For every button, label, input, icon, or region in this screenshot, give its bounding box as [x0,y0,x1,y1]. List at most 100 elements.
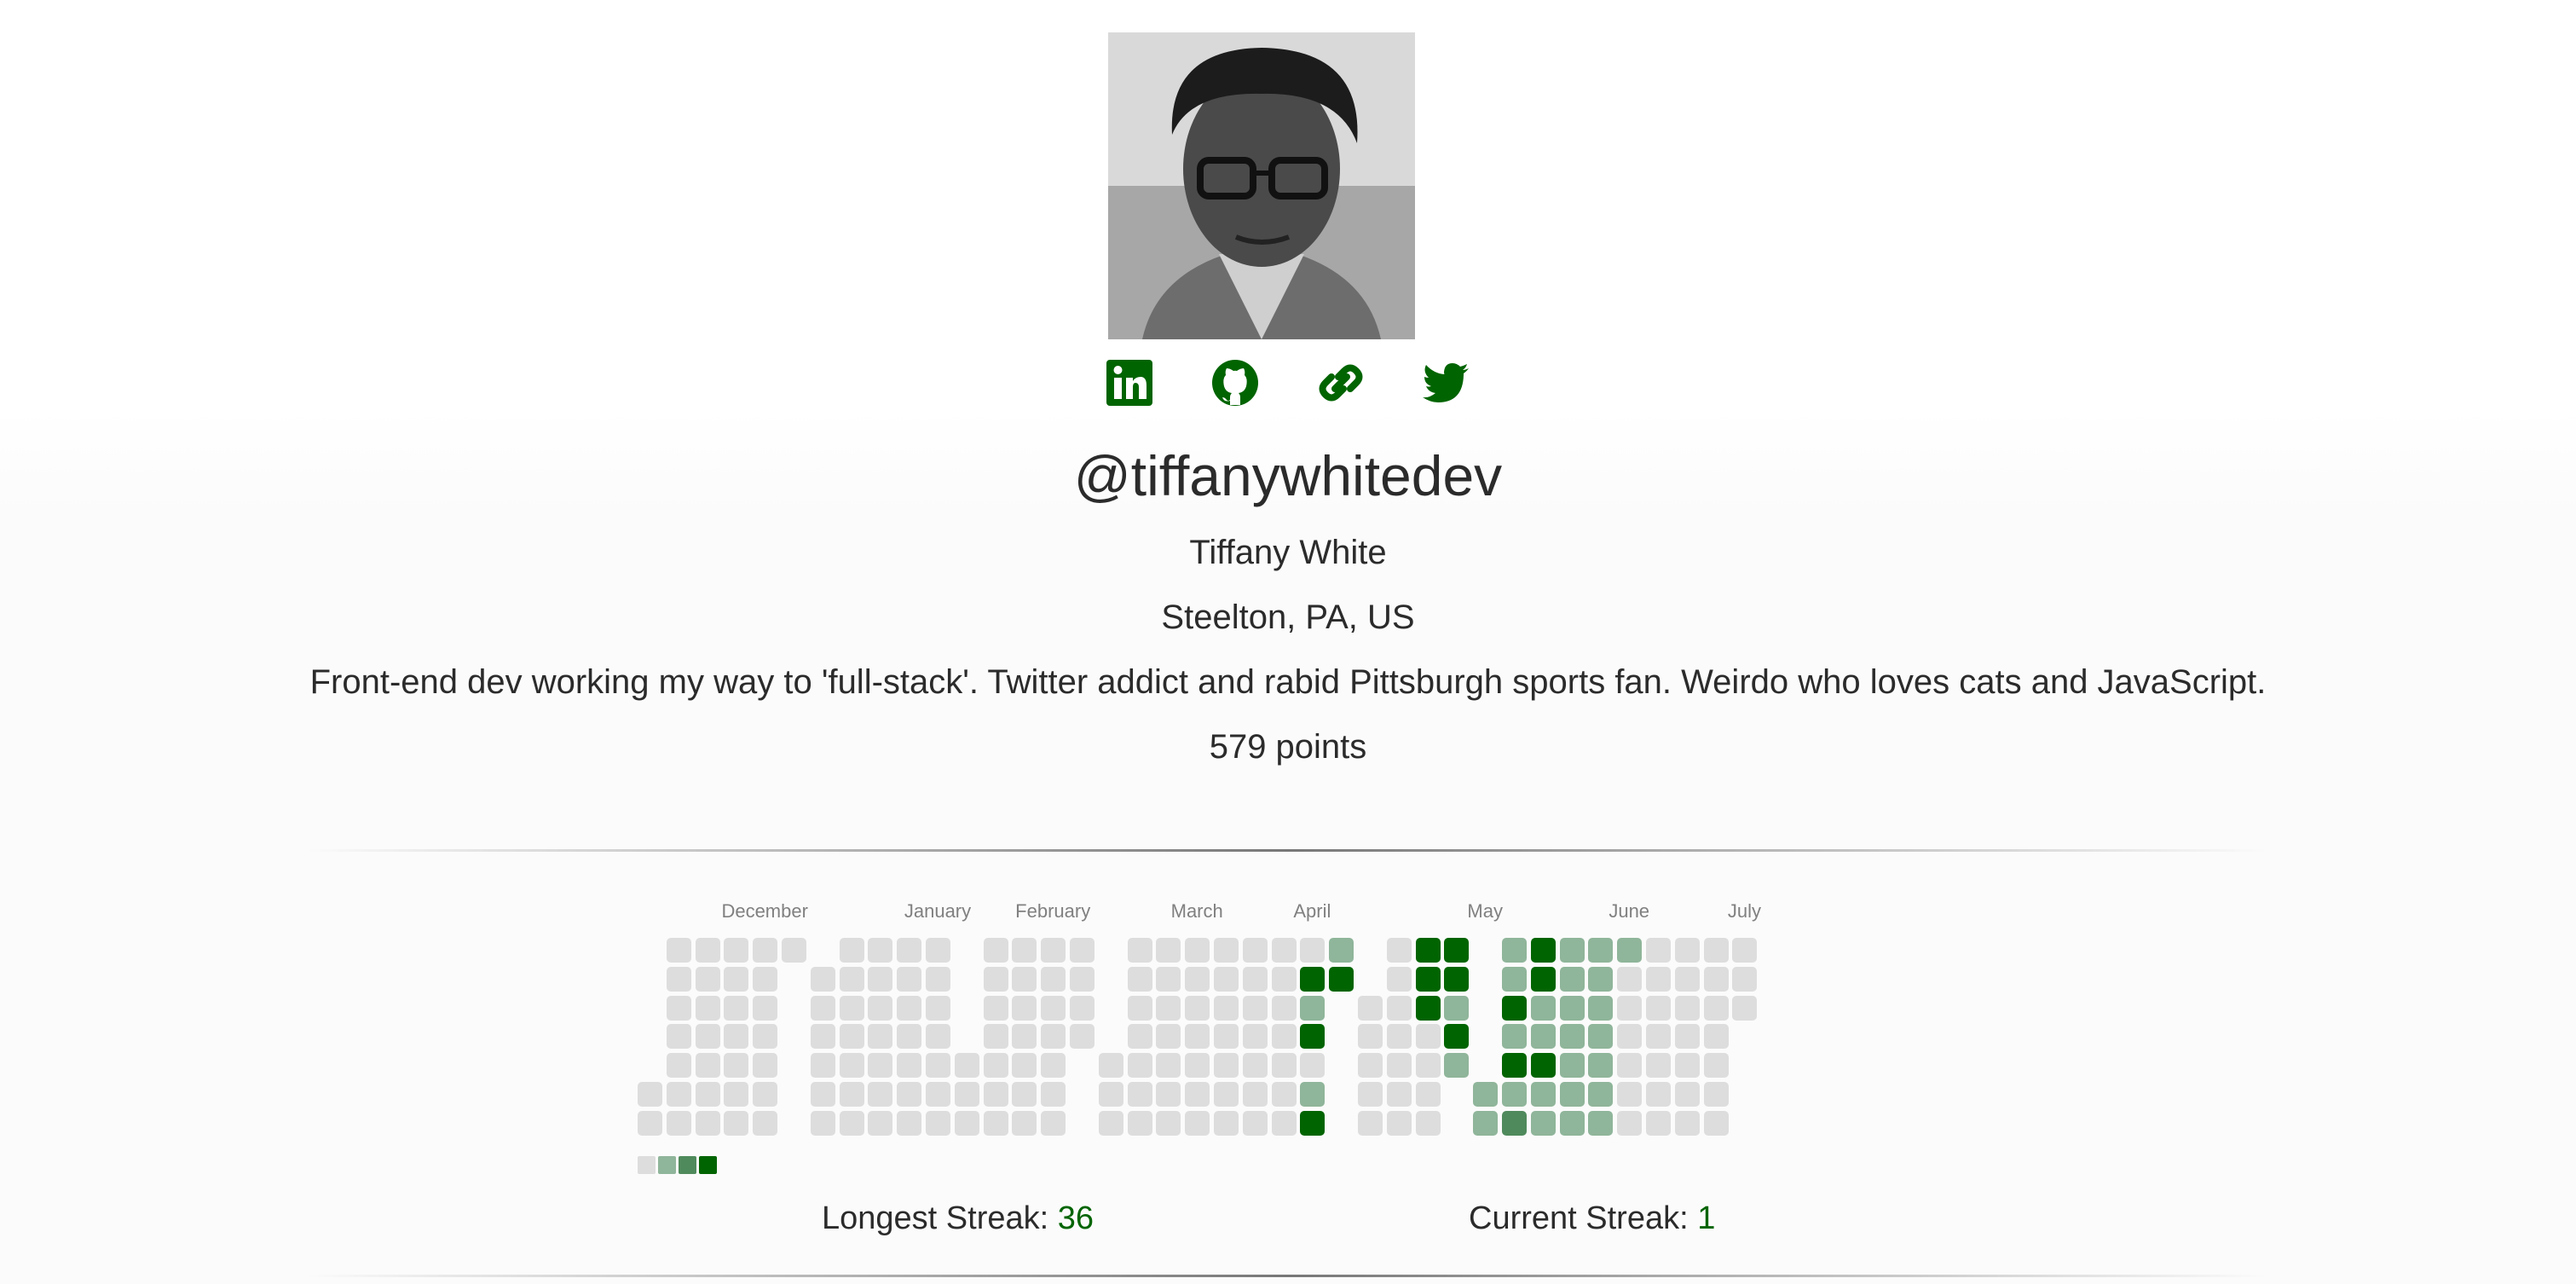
day-cell[interactable] [1530,1110,1556,1136]
day-cell[interactable] [1156,1082,1181,1107]
day-cell[interactable] [666,995,691,1021]
day-cell[interactable] [1703,966,1729,992]
day-cell[interactable] [1617,1082,1643,1107]
day-cell[interactable] [1329,938,1354,963]
day-cell[interactable] [926,1053,950,1079]
day-cell[interactable] [1242,1082,1268,1107]
day-cell[interactable] [868,1053,893,1079]
day-cell[interactable] [1156,995,1181,1021]
day-cell[interactable] [1300,966,1326,992]
day-cell[interactable] [1271,1024,1297,1050]
day-cell[interactable] [1703,938,1729,963]
day-cell[interactable] [1386,966,1412,992]
day-cell[interactable] [1588,938,1614,963]
day-cell[interactable] [1185,1082,1210,1107]
day-cell[interactable] [1012,938,1037,963]
day-cell[interactable] [1530,1053,1556,1079]
day-cell[interactable] [724,966,749,992]
day-cell[interactable] [1703,995,1729,1021]
day-cell[interactable] [1588,1110,1614,1136]
day-cell[interactable] [897,1110,922,1136]
day-cell[interactable] [1674,1053,1700,1079]
day-cell[interactable] [1674,938,1700,963]
day-cell[interactable] [868,966,893,992]
day-cell[interactable] [897,966,922,992]
day-cell[interactable] [1473,1082,1499,1107]
day-cell[interactable] [724,1082,749,1107]
day-cell[interactable] [926,1082,950,1107]
day-cell[interactable] [1646,1110,1671,1136]
day-cell[interactable] [1444,938,1470,963]
day-cell[interactable] [1300,1082,1326,1107]
day-cell[interactable] [1271,1110,1297,1136]
day-cell[interactable] [724,995,749,1021]
day-cell[interactable] [666,938,691,963]
day-cell[interactable] [724,1024,749,1050]
day-cell[interactable] [1214,1082,1239,1107]
day-cell[interactable] [1300,1024,1326,1050]
day-cell[interactable] [695,995,720,1021]
day-cell[interactable] [983,995,1008,1021]
day-cell[interactable] [1156,1024,1181,1050]
website-link[interactable] [1316,358,1366,408]
day-cell[interactable] [868,1024,893,1050]
day-cell[interactable] [1617,1053,1643,1079]
day-cell[interactable] [1674,1082,1700,1107]
day-cell[interactable] [1646,995,1671,1021]
day-cell[interactable] [1156,1110,1181,1136]
day-cell[interactable] [810,1082,835,1107]
day-cell[interactable] [1185,995,1210,1021]
day-cell[interactable] [753,1082,778,1107]
day-cell[interactable] [1070,966,1095,992]
day-cell[interactable] [1674,1024,1700,1050]
day-cell[interactable] [1098,1053,1123,1079]
day-cell[interactable] [1703,1110,1729,1136]
day-cell[interactable] [983,938,1008,963]
day-cell[interactable] [1012,1110,1037,1136]
day-cell[interactable] [1646,938,1671,963]
day-cell[interactable] [1530,966,1556,992]
day-cell[interactable] [1185,966,1210,992]
day-cell[interactable] [868,995,893,1021]
day-cell[interactable] [1358,1053,1383,1079]
day-cell[interactable] [1156,966,1181,992]
day-cell[interactable] [810,995,835,1021]
day-cell[interactable] [1617,1110,1643,1136]
day-cell[interactable] [1646,966,1671,992]
day-cell[interactable] [1070,995,1095,1021]
day-cell[interactable] [1358,1110,1383,1136]
day-cell[interactable] [868,1110,893,1136]
day-cell[interactable] [839,1053,864,1079]
day-cell[interactable] [1588,1024,1614,1050]
day-cell[interactable] [897,938,922,963]
day-cell[interactable] [1732,966,1758,992]
day-cell[interactable] [695,966,720,992]
day-cell[interactable] [1012,1024,1037,1050]
day-cell[interactable] [1041,1110,1066,1136]
day-cell[interactable] [839,1110,864,1136]
day-cell[interactable] [839,995,864,1021]
day-cell[interactable] [1386,1024,1412,1050]
day-cell[interactable] [1415,1024,1441,1050]
day-cell[interactable] [1415,938,1441,963]
day-cell[interactable] [868,938,893,963]
day-cell[interactable] [1271,938,1297,963]
day-cell[interactable] [1041,1053,1066,1079]
day-cell[interactable] [1127,1082,1152,1107]
day-cell[interactable] [638,1082,662,1107]
day-cell[interactable] [1127,1053,1152,1079]
day-cell[interactable] [810,966,835,992]
day-cell[interactable] [983,1024,1008,1050]
day-cell[interactable] [1300,1110,1326,1136]
day-cell[interactable] [1588,1082,1614,1107]
day-cell[interactable] [1386,1110,1412,1136]
day-cell[interactable] [1214,1024,1239,1050]
day-cell[interactable] [1041,938,1066,963]
day-cell[interactable] [753,966,778,992]
day-cell[interactable] [1415,1110,1441,1136]
day-cell[interactable] [1271,1053,1297,1079]
day-cell[interactable] [1214,1110,1239,1136]
day-cell[interactable] [1012,966,1037,992]
day-cell[interactable] [1156,938,1181,963]
github-link[interactable] [1210,358,1260,408]
